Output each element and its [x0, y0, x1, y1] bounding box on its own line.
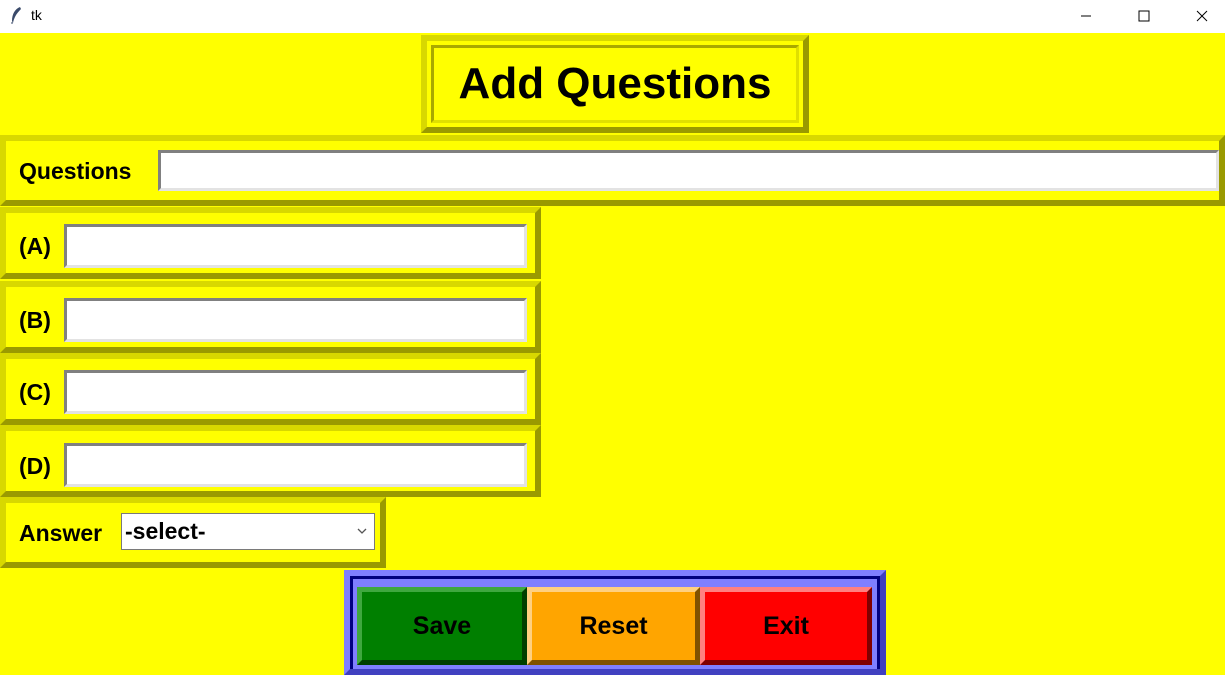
button-bar: Save Reset Exit — [344, 570, 886, 675]
close-icon — [1196, 10, 1208, 22]
option-d-label: (D) — [19, 453, 51, 479]
answer-label: Answer — [19, 520, 103, 546]
option-row-a: (A) — [0, 207, 541, 279]
chevron-down-icon — [357, 528, 367, 534]
minimize-icon — [1081, 15, 1091, 17]
option-c-label: (C) — [19, 379, 51, 405]
window-titlebar: tk — [0, 0, 1225, 33]
page-title: Add Questions — [431, 45, 799, 123]
button-bar-inner: Save Reset Exit — [353, 579, 877, 669]
exit-button[interactable]: Exit — [700, 587, 872, 665]
option-row-b: (B) — [0, 281, 541, 353]
save-button[interactable]: Save — [357, 587, 527, 665]
question-row: Questions — [0, 135, 1225, 206]
option-d-input[interactable] — [64, 443, 527, 487]
option-b-label: (B) — [19, 307, 51, 333]
answer-selected-value: -select- — [125, 518, 206, 544]
option-b-input[interactable] — [64, 298, 527, 342]
option-a-input[interactable] — [64, 224, 527, 268]
close-button[interactable] — [1173, 0, 1225, 32]
reset-button[interactable]: Reset — [527, 587, 700, 665]
feather-icon — [11, 7, 21, 24]
answer-row: Answer -select- — [0, 497, 386, 568]
option-c-input[interactable] — [64, 370, 527, 414]
answer-dropdown[interactable]: -select- — [121, 513, 375, 550]
question-input[interactable] — [158, 150, 1219, 191]
maximize-icon — [1138, 10, 1150, 22]
question-label: Questions — [19, 158, 132, 184]
header-frame: Add Questions — [421, 35, 809, 133]
option-row-d: (D) — [0, 425, 541, 497]
window-title: tk — [31, 7, 42, 23]
option-a-label: (A) — [19, 233, 51, 259]
minimize-button[interactable] — [1057, 0, 1115, 32]
maximize-button[interactable] — [1115, 0, 1173, 32]
option-row-c: (C) — [0, 353, 541, 425]
